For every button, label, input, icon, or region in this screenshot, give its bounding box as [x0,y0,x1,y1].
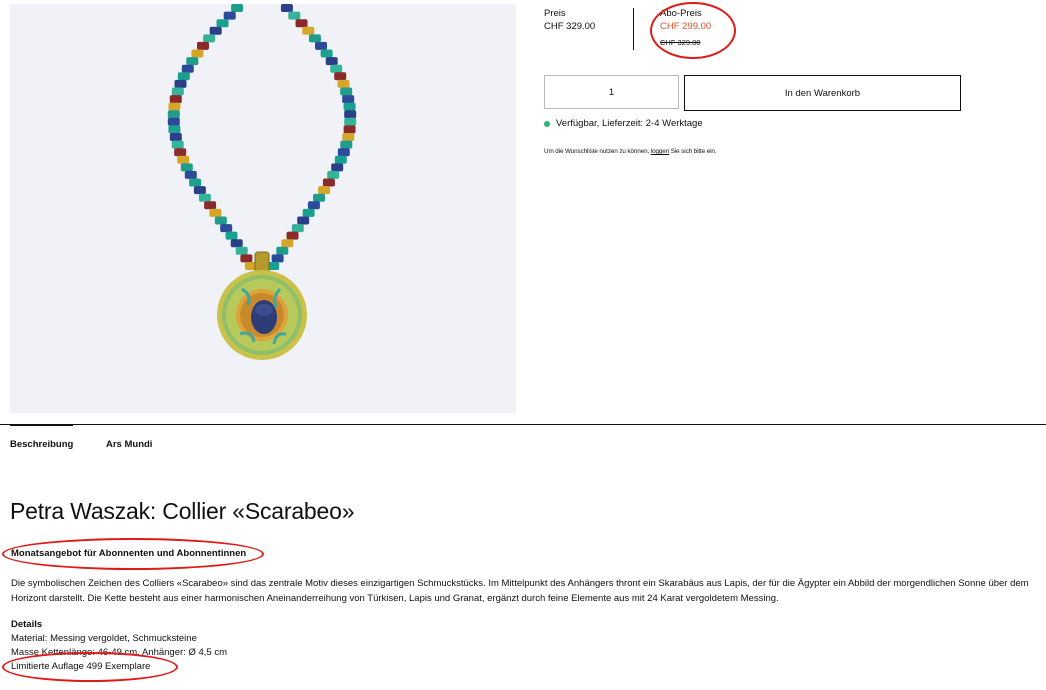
necklace-bead [220,224,233,233]
annotation-circle-edition [2,652,178,682]
necklace-bead [189,178,202,187]
availability-dot-icon [544,121,550,127]
necklace-bead [334,155,347,164]
necklace-bead [203,34,216,43]
necklace-bead [209,26,222,35]
necklace-bead [276,246,289,255]
necklace-bead [204,201,217,210]
necklace-bead [191,49,204,58]
necklace-bead [240,254,253,263]
details-title: Details [11,619,43,630]
necklace-bead [184,170,197,179]
product-title: Petra Waszak: Collier «Scarabeo» [10,498,355,524]
description-text: Die symbolischen Zeichen des Colliers «S… [11,578,1029,604]
necklace-bead [288,11,301,20]
tabs-divider [0,424,1046,425]
product-image[interactable] [10,4,516,413]
necklace-bead [168,125,181,134]
necklace-illustration [167,4,357,360]
necklace-bead [340,140,353,149]
necklace-bead [225,231,238,240]
login-link[interactable]: loggen [651,148,669,155]
necklace-bead [177,72,190,81]
detail-material: Material: Messing vergoldet, Schmuckstei… [11,633,197,644]
necklace-bead [186,57,199,66]
price-divider [633,8,634,50]
necklace-bead [337,148,350,157]
necklace-bead [342,133,355,141]
necklace-bead [302,26,315,35]
annotation-circle-offer [2,538,264,570]
necklace-bead [171,140,184,149]
necklace-bead [331,163,344,172]
price-value: CHF 329.00 [544,21,596,32]
necklace-bead [193,186,206,195]
necklace-bead [174,79,187,88]
necklace-bead [291,224,304,233]
necklace-bead [235,246,248,255]
necklace-bead [344,110,357,119]
necklace-bead [343,102,356,111]
necklace-bead [302,208,315,217]
necklace-bead [334,72,347,81]
necklace-bead [216,19,229,28]
necklace-bead [168,102,181,111]
necklace-bead [181,64,194,73]
necklace-bead [343,125,356,134]
necklace-bead [337,79,350,88]
necklace-bead [320,49,333,58]
necklace-bead [318,186,331,195]
necklace-bead [308,34,321,43]
necklace-bead [167,110,180,119]
necklace-bead [214,216,227,225]
necklace-bead [198,193,211,202]
necklace-bead [171,87,184,96]
necklace-bead [231,4,244,12]
necklace-bead [180,163,193,172]
necklace-bead [280,4,293,12]
availability-text: Verfügbar, Lieferzeit: 2-4 Werktage [556,118,703,129]
necklace-bead [167,117,180,126]
necklace-bead [177,155,190,164]
add-to-cart-button[interactable]: In den Warenkorb [684,75,961,111]
necklace-bead [271,254,284,263]
annotation-circle-abo-price [650,2,736,59]
necklace-bead [209,208,222,217]
necklace-bead [330,64,343,73]
tab-beschreibung[interactable]: Beschreibung [10,439,73,450]
active-tab-indicator [10,424,73,426]
tab-ars-mundi[interactable]: Ars Mundi [106,439,152,450]
necklace-bead [169,95,182,104]
necklace-bead [344,117,357,126]
necklace-bead [197,41,209,50]
wishlist-note-prefix: Um die Wunschliste nutzen zu können, [544,148,650,155]
price-label: Preis [544,8,566,19]
necklace-bead [327,170,340,179]
necklace-bead [174,148,187,157]
necklace-bead [169,133,182,141]
necklace-bead [313,193,326,202]
necklace-bead [230,239,243,248]
wishlist-note: Um die Wunschliste nutzen zu können, log… [544,148,717,155]
necklace-bead [286,231,299,240]
necklace-bead [281,239,294,248]
necklace-bead [307,201,320,210]
necklace-bead [340,87,353,96]
wishlist-note-suffix: Sie sich bitte ein. [670,148,717,155]
necklace-bead [325,57,338,66]
necklace-bead [297,216,310,225]
necklace-bead [223,11,236,20]
necklace-bead [295,19,308,28]
necklace-bead [342,95,355,104]
necklace-bead [322,178,335,187]
necklace-bead [315,41,327,50]
quantity-input[interactable]: 1 [544,75,679,109]
